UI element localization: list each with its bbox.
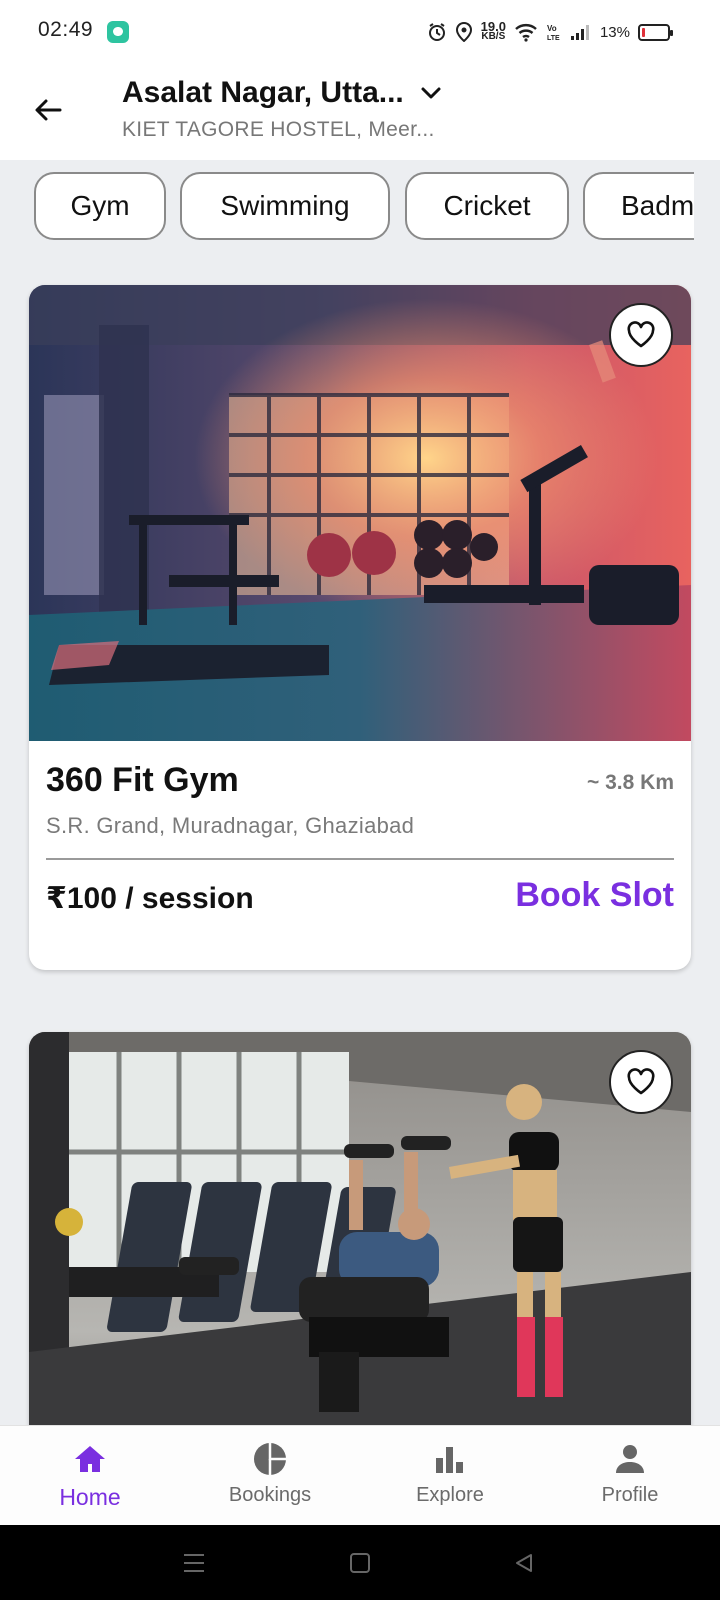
chat-app-icon <box>107 21 129 43</box>
favorite-button[interactable] <box>609 1050 673 1114</box>
gym-card[interactable]: 360 Fit Gym ~ 3.8 Km S.R. Grand, Muradna… <box>29 285 691 970</box>
nav-home-label: Home <box>59 1484 121 1510</box>
location-icon <box>455 22 473 42</box>
divider <box>46 858 674 860</box>
nav-explore[interactable]: Explore <box>380 1440 520 1520</box>
signal-icon <box>570 23 592 41</box>
gym-photo <box>29 285 691 741</box>
gym-distance: ~ 3.8 Km <box>587 771 674 794</box>
nav-explore-label: Explore <box>416 1484 484 1506</box>
alarm-icon <box>427 22 447 42</box>
arrow-left-icon <box>35 99 62 121</box>
location-title[interactable]: Asalat Nagar, Utta... <box>122 76 404 110</box>
nav-profile[interactable]: Profile <box>560 1440 700 1520</box>
gym-interior-image <box>29 285 691 741</box>
location-header: Asalat Nagar, Utta... KIET TAGORE HOSTEL… <box>0 62 720 160</box>
menu-icon <box>184 1554 204 1572</box>
nav-bookings[interactable]: Bookings <box>200 1440 340 1520</box>
battery-percent: 13% <box>599 23 630 41</box>
favorite-button[interactable] <box>609 303 673 367</box>
bottom-navigation: Home Bookings Explore Profile <box>0 1425 720 1525</box>
nav-home[interactable]: Home <box>20 1440 160 1520</box>
category-chips: Gym Swimming Cricket Badm <box>0 172 694 242</box>
person-icon <box>611 1440 649 1478</box>
net-speed: 19.0 KB/S <box>481 20 506 42</box>
pie-chart-icon <box>251 1440 289 1478</box>
heart-icon <box>627 321 655 348</box>
chevron-down-icon <box>421 87 441 99</box>
svg-text:Vo: Vo <box>547 24 557 33</box>
nav-profile-label: Profile <box>601 1484 659 1506</box>
location-subtitle: KIET TAGORE HOSTEL, Meer... <box>122 118 435 141</box>
wifi-icon <box>514 22 538 42</box>
book-slot-button[interactable]: Book Slot <box>515 876 674 915</box>
square-icon <box>350 1553 370 1573</box>
bar-chart-icon <box>431 1440 469 1478</box>
location-dropdown-button[interactable] <box>416 78 446 108</box>
battery-icon <box>638 23 673 41</box>
back-button[interactable] <box>28 90 68 130</box>
gym-price: ₹100 / session <box>46 882 254 915</box>
category-chip-badminton[interactable]: Badm <box>583 172 694 240</box>
heart-icon <box>627 1068 655 1095</box>
category-chip-swimming[interactable]: Swimming <box>180 172 390 240</box>
net-speed-unit: KB/S <box>481 31 506 42</box>
home-icon <box>71 1440 109 1478</box>
battery-level <box>642 27 645 37</box>
triangle-back-icon <box>516 1554 532 1572</box>
category-chip-cricket[interactable]: Cricket <box>405 172 569 240</box>
category-chip-gym[interactable]: Gym <box>34 172 166 240</box>
system-navigation-bar <box>0 1525 720 1600</box>
recent-apps-button[interactable] <box>176 1545 212 1581</box>
status-bar: 02:49 19.0 KB/S Vo LTE 13% <box>0 0 720 62</box>
svg-text:LTE: LTE <box>547 35 560 42</box>
gym-name: 360 Fit Gym <box>46 761 239 799</box>
app-screen: 02:49 19.0 KB/S Vo LTE 13% Asalat Nagar,… <box>0 0 720 1600</box>
gym-address: S.R. Grand, Muradnagar, Ghaziabad <box>46 813 415 838</box>
gym-card-details: 360 Fit Gym ~ 3.8 Km S.R. Grand, Muradna… <box>29 741 691 970</box>
system-back-button[interactable] <box>506 1545 542 1581</box>
nav-bookings-label: Bookings <box>228 1484 312 1506</box>
status-icons: 19.0 KB/S Vo LTE 13% <box>427 18 673 46</box>
volte-icon: Vo LTE <box>546 22 562 42</box>
status-time: 02:49 <box>38 18 94 41</box>
system-home-button[interactable] <box>342 1545 378 1581</box>
